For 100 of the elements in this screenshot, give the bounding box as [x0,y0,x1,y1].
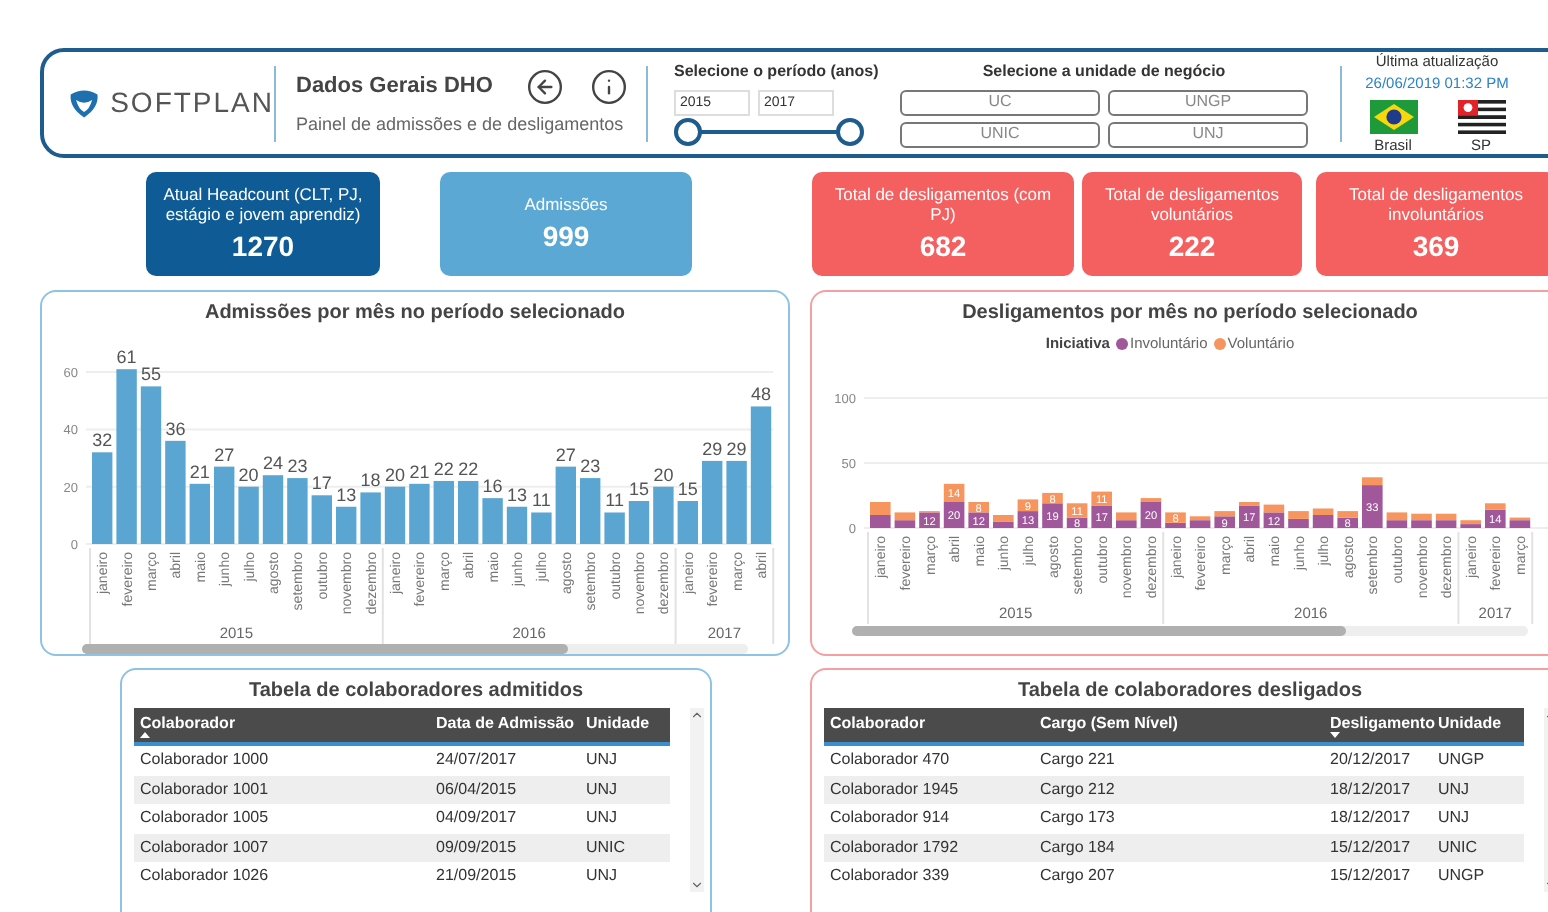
bar [531,512,552,544]
kpi-label: Total de desligamentos involuntários [1347,184,1525,224]
column-header[interactable]: Desligamento [1324,708,1432,742]
table-cell-text: Cargo 173 [1038,806,1117,831]
column-header[interactable]: Data de Admissão [430,708,580,742]
business-unit-label: Selecione a unidade de negócio [982,59,1226,83]
data-label: 11 [532,490,551,511]
data-label: 23 [287,456,308,477]
bar [165,440,186,544]
column-header[interactable]: Colaborador [134,708,430,742]
sort-descending-icon[interactable] [1330,732,1340,738]
kpi-value: 1270 [231,228,295,264]
bar [943,484,965,503]
scrollbar[interactable] [690,708,704,892]
data-label: 22 [433,458,454,479]
data-label: 13 [336,484,357,505]
data-label: 29 [726,438,747,459]
data-label: 15 [629,479,649,499]
table-title: Tabela de colaboradores desligados [1015,678,1365,706]
table-cell-text: 09/09/2015 [434,835,519,860]
table-cell-text: UNGP [1436,864,1487,889]
scrollbar-thumb[interactable] [82,644,569,654]
table-cell-text: Colaborador 1001 [138,777,271,802]
table-cell-text: UNIC [1436,835,1480,860]
kpi-label: Total de desligamentos voluntários [1103,184,1281,224]
data-label: 22 [458,458,479,479]
kpi-label: Admissões [524,194,608,214]
dashboard-subtitle: Painel de admissões e de desligamentos [296,111,626,138]
data-label: 18 [360,470,381,491]
bar [458,480,479,544]
scrollbar[interactable] [852,626,1528,637]
bar [628,501,650,544]
column-header[interactable]: Unidade [580,708,670,742]
table-cell-text: Colaborador 339 [828,864,952,889]
table-cell-text: UNJ [584,864,620,889]
data-label: 29 [702,438,723,459]
bar [506,506,528,544]
data-label: 16 [482,476,503,497]
dashboard-title: Dados Gerais DHO [296,72,495,102]
bar [702,460,723,544]
scroll-down-icon[interactable] [690,878,704,892]
table-cell-text: Colaborador 1007 [138,835,271,860]
data-label: 15 [677,479,698,499]
bar [433,480,454,544]
data-label: 24 [263,453,283,474]
data-label: 21 [189,461,210,482]
scroll-up-icon[interactable] [690,708,704,722]
bar [580,478,601,544]
back-icon[interactable] [526,67,564,106]
period-label: Selecione o período (anos) [674,60,876,84]
table-cell-text: UNJ [1436,806,1472,831]
data-label: 20 [238,464,259,485]
bar [384,486,406,544]
bar [726,460,747,544]
bar [604,512,625,544]
bar [409,483,430,544]
data-label: 32 [92,430,113,451]
info-icon[interactable] [590,67,628,106]
table-cell-text: Cargo 221 [1038,748,1117,773]
scrollbar-thumb[interactable] [852,626,1346,637]
unit-option-button[interactable]: UNIC [900,121,1100,147]
flag-icon[interactable] [1457,99,1505,134]
column-header[interactable]: Unidade [1432,708,1524,742]
kpi-label: Atual Headcount (CLT, PJ, estágio e jovem aprendiz) [161,184,365,224]
table-cell-text: Colaborador 914 [828,806,952,831]
year-range-slider[interactable] [674,118,864,146]
unit-option-button[interactable]: UNJ [1108,121,1308,147]
table-cell-text: Colaborador 1945 [828,777,961,802]
bar [482,498,503,544]
table-cell-text: Colaborador 470 [828,748,952,773]
slider-handle[interactable] [836,118,864,146]
scrollbar[interactable] [82,644,748,654]
slider-handle[interactable] [674,118,702,146]
table-cell-text: 15/12/2017 [1328,835,1413,860]
kpi-label: Total de desligamentos (com PJ) [832,184,1054,224]
chart-title: Desligamentos por mês no período selecionado [960,300,1420,328]
table-cell-text: Colaborador 1792 [828,835,961,860]
sort-ascending-icon[interactable] [140,732,150,738]
column-header[interactable]: Cargo (Sem Nível) [1034,708,1324,742]
table-cell-text: Colaborador 1026 [138,864,271,889]
column-header[interactable]: Colaborador [824,708,1034,742]
table-cell-text: 04/09/2017 [434,806,519,831]
bar [1017,511,1039,529]
data-label: 13 [507,484,527,505]
bar [262,475,284,544]
table-cell-text: 21/09/2015 [434,864,519,889]
table-cell-text: 06/04/2015 [434,777,519,802]
bar [287,478,308,544]
chart-title: Admissões por mês no período selecionado [202,300,628,328]
table-cell-text: Colaborador 1000 [138,748,271,773]
flag-icon[interactable] [1369,99,1417,134]
bar [555,466,576,544]
data-label: 36 [165,418,186,439]
table-cell-text: 18/12/2017 [1328,777,1413,802]
kpi-value: 222 [1168,228,1216,264]
table-title: Tabela de colaboradores admitidos [246,678,586,706]
unit-option-button[interactable]: UC [900,89,1100,115]
bar [336,506,357,544]
table-cell-text: UNJ [584,777,620,802]
unit-option-button[interactable]: UNGP [1108,89,1308,115]
